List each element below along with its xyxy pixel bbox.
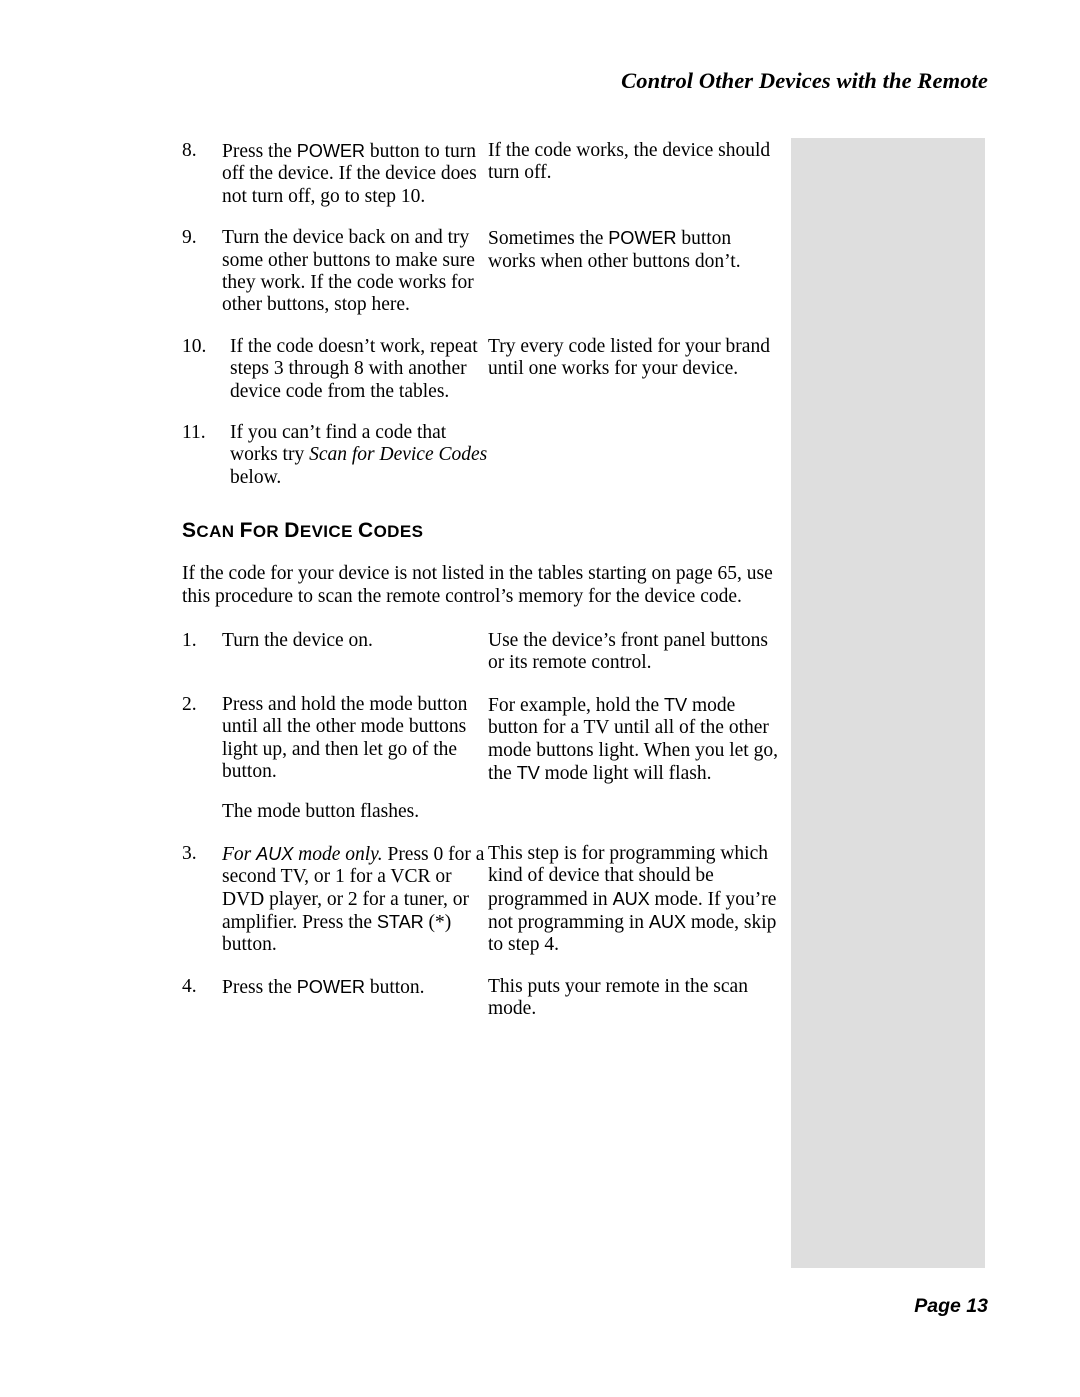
section-heading: SCAN FOR DEVICE CODES xyxy=(182,519,782,543)
step-instruction-note: The mode button flashes. xyxy=(222,801,420,823)
step-number: 11. xyxy=(182,422,206,444)
step-explanation-text: Use the device’s front panel buttons or … xyxy=(488,629,768,674)
step-instruction-text: If you can’t find a code that works try … xyxy=(230,422,488,489)
step-instruction-cell: 9. Turn the device back on and try some … xyxy=(182,227,488,317)
step-explanation-text: Try every code listed for your brand unt… xyxy=(488,335,770,380)
heading-rest-2: EVICE xyxy=(299,522,353,542)
step-number: 1. xyxy=(182,629,197,651)
step-explanation-cell: Sometimes the POWER button works when ot… xyxy=(488,227,782,273)
cross-reference-title: Scan for Device Codes xyxy=(309,444,488,466)
list-item: 1. Turn the device on. Use the device’s … xyxy=(182,630,782,675)
step-explanation-text: If the code works, the device should tur… xyxy=(488,140,771,184)
step-instruction-text: Press and hold the mode button until all… xyxy=(222,693,468,782)
step-instruction-text: Press the POWER button to turn off the d… xyxy=(222,140,488,208)
step-instruction-cell: 8. Press the POWER button to turn off th… xyxy=(182,140,488,208)
list-item: 11. If you can’t find a code that works … xyxy=(182,422,782,489)
step-number: 2. xyxy=(182,693,197,715)
aux-mode-keyword: AUX xyxy=(612,888,650,909)
explanation-part-c: mode light will flash. xyxy=(539,762,712,784)
power-button-keyword: POWER xyxy=(608,228,677,249)
step-explanation-text: This puts your remote in the scan mode. xyxy=(488,975,748,1020)
page-number-footer: Page 13 xyxy=(914,1295,988,1317)
step-instruction-text: Turn the device back on and try some oth… xyxy=(222,227,475,316)
step-explanation-text: For example, hold the TV mode button for… xyxy=(488,694,782,786)
heading-cap-3: C xyxy=(357,519,374,543)
aux-note-prefix: For xyxy=(222,843,257,865)
continued-steps-list: 8. Press the POWER button to turn off th… xyxy=(182,140,782,489)
step-instruction-text: Press the POWER button. xyxy=(222,976,488,999)
step-instruction-cell: 10. If the code doesn’t work, repeat ste… xyxy=(182,336,488,403)
star-button-keyword: STAR xyxy=(376,911,424,932)
step-instruction-text: For AUX mode only. Press 0 for a second … xyxy=(222,843,488,957)
document-page: Control Other Devices with the Remote 8.… xyxy=(0,0,1080,1397)
step-explanation-cell: If the code works, the device should tur… xyxy=(488,140,782,185)
list-item: 8. Press the POWER button to turn off th… xyxy=(182,140,782,208)
step-number: 9. xyxy=(182,227,197,249)
list-item: 2. Press and hold the mode button until … xyxy=(182,694,782,824)
aux-mode-keyword: AUX xyxy=(648,911,686,932)
step-explanation-cell: For example, hold the TV mode button for… xyxy=(488,694,782,786)
step-explanation-cell: Try every code listed for your brand unt… xyxy=(488,336,782,381)
scan-steps-list: 1. Turn the device on. Use the device’s … xyxy=(182,630,782,1021)
explanation-prefix: Sometimes the xyxy=(488,228,609,250)
step-explanation-cell: This step is for programming which kind … xyxy=(488,843,782,957)
power-button-keyword: POWER xyxy=(296,141,365,161)
step-instruction-text: Turn the device on. xyxy=(222,629,373,651)
step-instruction-cell: 2. Press and hold the mode button until … xyxy=(182,694,488,824)
step-explanation-cell: Use the device’s front panel buttons or … xyxy=(488,630,782,675)
page-content: 8. Press the POWER button to turn off th… xyxy=(182,140,782,1021)
step-number: 10. xyxy=(182,335,207,357)
section-intro-paragraph: If the code for your device is not liste… xyxy=(182,563,773,608)
step-number: 8. xyxy=(182,140,197,161)
instruction-prefix: Press the xyxy=(222,141,297,162)
step-instruction-cell: 3. For AUX mode only. Press 0 for a seco… xyxy=(182,843,488,957)
heading-rest-3: ODES xyxy=(373,522,424,542)
aux-note-suffix: mode only. xyxy=(293,843,383,865)
heading-rest-0: CAN xyxy=(196,522,235,542)
sidebar-gray-panel xyxy=(791,138,985,1268)
step-explanation-text: Sometimes the POWER button works when ot… xyxy=(488,227,782,273)
tv-mode-keyword: TV xyxy=(664,694,688,715)
heading-rest-1: OR xyxy=(252,522,280,542)
step-instruction-cell: 4. Press the POWER button. xyxy=(182,976,488,999)
step-instruction-cell: 1. Turn the device on. xyxy=(182,630,488,652)
aux-mode-keyword: AUX xyxy=(256,843,294,864)
running-header: Control Other Devices with the Remote xyxy=(621,68,988,93)
list-item: 10. If the code doesn’t work, repeat ste… xyxy=(182,336,782,403)
step-instruction-cell: 11. If you can’t find a code that works … xyxy=(182,422,488,489)
list-item: 3. For AUX mode only. Press 0 for a seco… xyxy=(182,843,782,957)
heading-cap-1: F xyxy=(239,519,253,543)
list-item: 9. Turn the device back on and try some … xyxy=(182,227,782,317)
instruction-suffix: button. xyxy=(364,976,425,998)
step-explanation-text: This step is for programming which kind … xyxy=(488,843,782,957)
step-explanation-cell: This puts your remote in the scan mode. xyxy=(488,976,782,1021)
list-item: 4. Press the POWER button. This puts you… xyxy=(182,976,782,1021)
heading-cap-2: D xyxy=(284,519,300,543)
step-instruction-text: If the code doesn’t work, repeat steps 3… xyxy=(230,335,478,402)
step-number: 4. xyxy=(182,975,197,997)
heading-cap-0: S xyxy=(182,519,197,543)
tv-mode-keyword: TV xyxy=(516,762,540,783)
instruction-prefix: Press the xyxy=(222,976,297,998)
instruction-suffix: below. xyxy=(230,466,282,488)
step-number: 3. xyxy=(182,842,197,864)
explanation-part-a: For example, hold the xyxy=(488,694,665,716)
power-button-keyword: POWER xyxy=(296,976,365,997)
